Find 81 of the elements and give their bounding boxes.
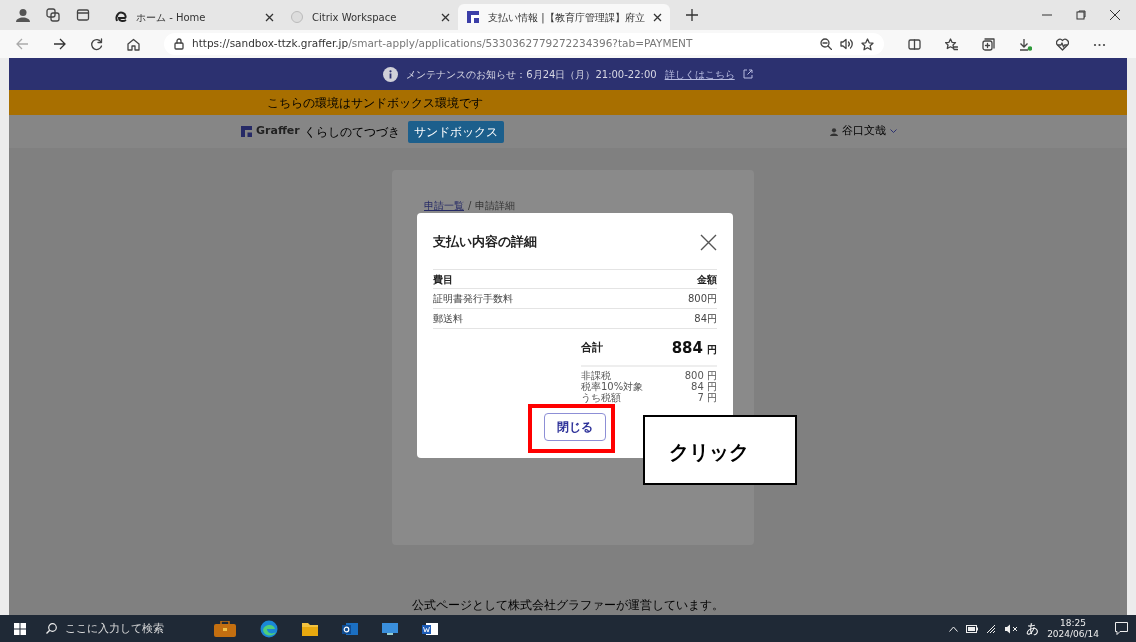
user-icon <box>830 127 838 136</box>
table-cell-text: 84円 <box>694 312 717 326</box>
collections-icon[interactable] <box>982 37 995 51</box>
breadcrumb-separator: / <box>468 199 472 213</box>
site-favicon <box>290 10 304 24</box>
windows-logo-icon <box>14 622 26 635</box>
workspaces-icon[interactable] <box>46 8 60 22</box>
close-icon[interactable] <box>1110 10 1120 20</box>
site-favicon <box>114 10 128 24</box>
url-text: https://sandbox-ttzk.graffer.jp/smart-apply/applications/5330362779272234396?tab=PAYMENT <box>192 36 693 52</box>
speech-bubble-icon <box>1115 622 1128 635</box>
tab-actions-icon[interactable] <box>76 8 90 22</box>
close-icon <box>699 233 717 251</box>
browser-tab[interactable]: 支払い情報 |【教育庁管理課】府立 <box>458 4 670 30</box>
taskbar-search-field[interactable]: ここに入力して検索 <box>40 615 190 642</box>
heartbeat-icon[interactable] <box>1056 37 1069 51</box>
breakdown-label: 税率10%対象 <box>581 381 644 392</box>
sandbox-badge: サンドボックス <box>407 120 504 143</box>
notice-text: メンテナンスのお知らせ：6月24日（月）21:00-22:00 <box>406 67 657 82</box>
breadcrumb-current: 申請詳細 <box>475 199 516 213</box>
column-header: 費目 <box>433 272 453 287</box>
chevron-up-icon[interactable] <box>949 625 959 632</box>
mail-app-icon[interactable] <box>342 621 358 636</box>
annotation-callout: クリック <box>643 415 797 485</box>
forward-arrow-icon[interactable] <box>53 38 66 50</box>
split-screen-icon[interactable] <box>908 37 921 51</box>
monitor-icon[interactable] <box>382 622 398 635</box>
browser-tab[interactable]: Citrix Workspace <box>282 4 458 30</box>
close-icon[interactable] <box>265 12 274 22</box>
footer-text: 公式ページとして株式会社グラファーが運営しています。 <box>411 597 725 614</box>
battery-icon[interactable] <box>966 624 979 633</box>
modal-title: 支払い内容の詳細 <box>433 233 537 252</box>
info-icon <box>383 66 399 82</box>
lock-icon <box>174 38 184 50</box>
download-icon[interactable] <box>1019 37 1032 51</box>
start-button[interactable] <box>14 622 26 635</box>
muted-speaker-icon[interactable] <box>1005 623 1019 634</box>
folder-icon[interactable] <box>302 621 318 636</box>
new-tab-button[interactable] <box>685 9 698 21</box>
browser-tab[interactable]: ホーム - Home <box>106 4 282 30</box>
notification-button[interactable] <box>1115 622 1128 635</box>
table-cell-text: 800円 <box>687 292 717 306</box>
close-icon[interactable] <box>652 12 662 22</box>
column-header: 金額 <box>697 272 717 287</box>
search-icon <box>46 623 57 634</box>
total-label: 合計 <box>581 339 603 356</box>
document-app-icon[interactable] <box>422 621 438 636</box>
breakdown-value: 800 円 <box>684 370 717 381</box>
table-cell-text: 郵送料 <box>433 312 463 326</box>
total-amount: 884 <box>671 337 703 359</box>
refresh-icon[interactable] <box>90 37 103 51</box>
favorites-icon[interactable] <box>945 37 958 51</box>
breakdown-label: うち税額 <box>581 392 621 403</box>
external-link-icon[interactable] <box>742 69 753 79</box>
restore-icon[interactable] <box>1076 10 1086 20</box>
logo-mark-icon <box>241 126 252 137</box>
breakdown-value: 7 円 <box>697 392 717 403</box>
zoom-icon[interactable] <box>820 38 832 50</box>
breakdown-value: 84 円 <box>691 381 717 392</box>
site-favicon <box>466 10 480 24</box>
close-icon[interactable] <box>441 12 450 22</box>
table-cell-text: 証明書発行手数料 <box>433 292 513 306</box>
details-link[interactable]: 詳しくはこちら <box>664 66 735 82</box>
close-dialog-button[interactable]: 閉じる <box>544 413 606 441</box>
plus-icon <box>685 9 698 21</box>
browser-app-icon[interactable] <box>260 619 278 638</box>
star-icon[interactable] <box>861 37 874 51</box>
input-method-indicator[interactable]: あ <box>1026 618 1040 639</box>
chevron-down-icon <box>890 129 897 134</box>
breakdown-label: 非課税 <box>581 370 611 381</box>
address-bar[interactable]: https://sandbox-ttzk.graffer.jp/smart-apply/applications/5330362779272234396?tab=PAYMENT <box>164 33 884 55</box>
sandbox-notice: こちらの環境はサンドボックス環境です <box>267 94 483 112</box>
home-icon[interactable] <box>127 37 140 51</box>
clock[interactable]: 18:25 2024/06/14 <box>1047 617 1099 640</box>
user-menu[interactable]: 谷口文哉 <box>830 123 897 140</box>
currency-unit: 円 <box>707 342 717 357</box>
briefcase-icon[interactable] <box>214 620 236 637</box>
close-button[interactable] <box>699 233 717 251</box>
read-aloud-icon[interactable] <box>840 38 853 50</box>
site-logo[interactable]: Graffer くらしのてつづき <box>241 122 400 141</box>
profile-icon[interactable] <box>16 8 30 22</box>
